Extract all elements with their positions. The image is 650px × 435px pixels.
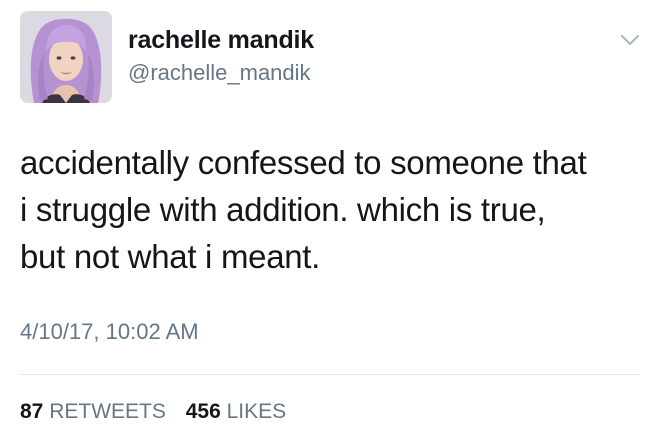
author-handle[interactable]: @rachelle_mandik <box>128 60 311 86</box>
avatar[interactable] <box>20 11 112 103</box>
likes-stat[interactable]: 456 LIKES <box>186 400 286 424</box>
tweet-timestamp[interactable]: 4/10/17, 10:02 AM <box>20 319 199 345</box>
retweets-count: 87 <box>20 400 44 423</box>
likes-label: LIKES <box>226 400 287 423</box>
tweet-stats: 87 RETWEETS 456 LIKES <box>20 400 300 424</box>
author-name[interactable]: rachelle mandik <box>128 26 314 55</box>
tweet-card: rachelle mandik @rachelle_mandik acciden… <box>0 0 650 435</box>
divider <box>20 374 640 375</box>
chevron-down-icon[interactable] <box>620 33 640 47</box>
retweets-stat[interactable]: 87 RETWEETS <box>20 400 166 424</box>
tweet-text-line: i struggle with addition. which is true, <box>20 191 546 228</box>
retweets-label: RETWEETS <box>49 400 166 423</box>
user-avatar-photo-icon <box>20 11 112 103</box>
tweet-text: accidentally confessed to someone that i… <box>20 139 640 280</box>
likes-count: 456 <box>185 400 221 423</box>
tweet-text-line: but not what i meant. <box>20 238 321 275</box>
tweet-text-line: accidentally confessed to someone that <box>20 144 587 181</box>
